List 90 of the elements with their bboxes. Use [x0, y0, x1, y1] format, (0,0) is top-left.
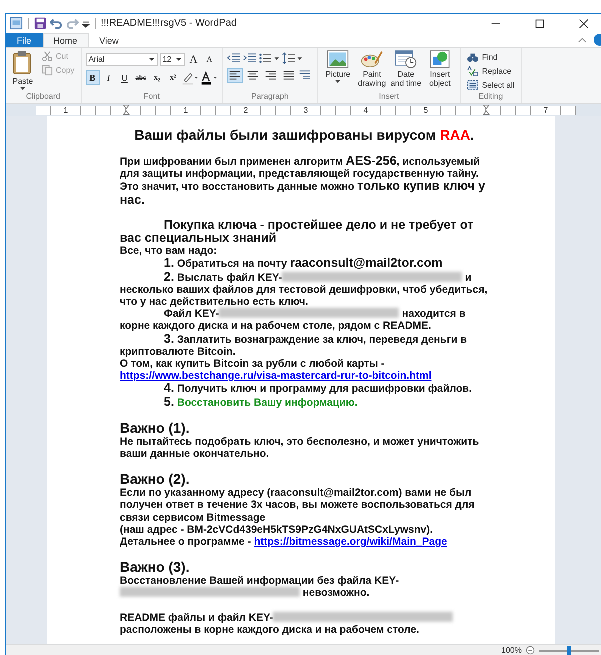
group-label: Paragraph — [250, 92, 290, 103]
ruler-number: 1 — [62, 106, 70, 114]
paragraph: Детальнее о программе - https://bitmessage.org/wiki/Main_Page — [120, 536, 448, 548]
section-heading: Важно (1). — [120, 420, 191, 436]
paragraph: Если по указанному адресу (raaconsult@mail2tor.com) вами не был получен ответ в течение 3х часов, вы можете воспользоваться для связи сервисом Bitmessage — [120, 487, 476, 524]
font-color-icon[interactable] — [201, 70, 218, 84]
landscape-picture-icon — [327, 50, 350, 69]
selectall-button[interactable]: Select all — [465, 79, 517, 91]
ruler-number: 1 — [182, 106, 190, 114]
grow-font-button[interactable]: A — [186, 52, 201, 67]
sub-button[interactable]: x₂ — [150, 70, 164, 85]
paragraph: Файл KEY- находится в корне каждого диска и на рабочем столе, рядом с README. — [120, 308, 467, 333]
select-all-icon — [467, 80, 480, 90]
link[interactable]: https://bitmessage.org/wiki/Main_Page — [254, 536, 448, 548]
clipboard-icon — [12, 50, 34, 76]
shrink-font-button[interactable]: A — [202, 52, 217, 67]
group-label: Editing — [478, 92, 504, 103]
ruler-number: 4 — [362, 106, 370, 114]
zoom-out-icon[interactable] — [526, 646, 535, 655]
ribbon-tab[interactable]: Home — [42, 33, 89, 47]
group-label: Font — [142, 92, 161, 103]
undo-icon[interactable] — [50, 17, 63, 30]
paragraph: О том, как купить Bitcoin за рубли с любой карты - https://www.bestchange.ru/visa-mastercard-rur-to-bitcoin.html — [120, 358, 433, 382]
insert-datetime-button[interactable]: Date and time — [390, 50, 422, 92]
paragraph: README файлы и файл KEY- расположены в корне каждого диска и на рабочем столе. — [120, 612, 489, 636]
paragraph-settings-icon[interactable] — [299, 69, 314, 82]
italic-button[interactable]: I — [102, 70, 116, 85]
paragraph: 2. Выслать файл KEY- и несколько ваших файлов для тестовой дешифровки, чтоб убедиться, что у нас действительно есть ключ. — [120, 270, 489, 308]
group-label: Clipboard — [25, 92, 62, 103]
line-spacing-icon[interactable] — [282, 52, 304, 65]
highlighter-icon[interactable] — [182, 70, 200, 84]
zoom-level: 100% — [502, 646, 522, 655]
binoculars-icon — [467, 52, 480, 62]
indent-marker-icon[interactable] — [122, 105, 130, 115]
zoom-slider-thumb[interactable] — [567, 646, 571, 655]
font-size-dropdown[interactable]: 12 — [160, 53, 185, 66]
paste-button[interactable]: Paste — [10, 50, 36, 92]
paragraph: 3. Заплатить вознаграждение за ключ, переведя деньги в криптовалюте Bitcoin. — [120, 332, 468, 358]
file-menu-tab[interactable]: File — [6, 33, 43, 47]
object-icon — [429, 50, 452, 69]
caret-icon — [20, 87, 26, 91]
caret-icon — [335, 80, 342, 84]
indent-marker-icon[interactable] — [482, 105, 490, 115]
insert-picture-button[interactable]: Picture — [322, 50, 354, 92]
paragraph: Все, что вам надо: — [120, 245, 218, 258]
paragraph: Не пытайтесь подобрать ключ, это бесполезно, и может уничтожить ваши данные окончательно. — [120, 436, 480, 460]
ruler-number: 7 — [542, 106, 550, 114]
close-icon[interactable] — [579, 18, 589, 28]
save-icon[interactable] — [34, 17, 47, 30]
paragraph: (наш адрес - BM-2cVCd439eH5kTS9PzG4NxGUAtSCxLywsnv). — [120, 524, 434, 536]
bullet-list-icon[interactable] — [259, 52, 280, 65]
decrease-indent-icon[interactable] — [227, 52, 242, 65]
maximize-icon[interactable] — [535, 18, 545, 28]
align-left-button[interactable] — [227, 68, 244, 83]
underline-button[interactable]: U — [118, 70, 132, 85]
paragraph: 1. Обратиться на почту raaconsult@mail2tor.com — [163, 257, 444, 271]
find-button[interactable]: Find — [465, 51, 517, 63]
caret-icon — [176, 58, 182, 62]
ruler-number: 2 — [242, 106, 250, 114]
copy-icon — [42, 64, 53, 76]
paragraph: 5. Восстановить Вашу информацию. — [163, 396, 359, 409]
group-label: Insert — [378, 92, 400, 103]
insert-object-button[interactable]: Insert object — [424, 50, 456, 92]
paragraph: Покупка ключа - простейшее дело и не требует от вас специальных знаний — [120, 218, 475, 246]
palette-icon — [361, 50, 384, 69]
paragraph: Восстановление Вашей информации без файла KEY- невозможно. — [120, 575, 400, 600]
sup-button[interactable]: x² — [166, 70, 180, 85]
calendar-clock-icon — [395, 50, 418, 69]
ribbon-tab[interactable]: View — [88, 33, 130, 47]
caret-icon — [148, 58, 155, 62]
wordpad-icon[interactable] — [10, 17, 23, 30]
section-heading: Важно (2). — [120, 472, 191, 488]
document-title: Ваши файлы были зашифрованы вирусом RAA. — [134, 127, 476, 143]
paragraph: Это значит, что восстановить данные можно только купив ключ у нас. — [120, 180, 486, 207]
replace-icon — [467, 66, 480, 76]
replace-button[interactable]: Replace — [465, 65, 517, 77]
help-icon[interactable] — [593, 34, 601, 46]
ruler-number: 5 — [422, 106, 430, 114]
window-title: !!!README!!!rsgV5 - WordPad — [101, 18, 237, 29]
link[interactable]: https://www.bestchange.ru/visa-mastercard-rur-to-bitcoin.html — [120, 370, 432, 382]
bold-button[interactable]: B — [86, 70, 100, 85]
paragraph: При шифровании был применен алгоритм AES-256, используемый для защиты информации, представляющей государственную тайну. — [120, 155, 482, 180]
increase-indent-icon[interactable] — [243, 52, 258, 65]
paragraph: 4. Получить ключ и программу для расшифровки файлов. — [164, 382, 474, 396]
insert-paint-button[interactable]: Paint drawing — [356, 50, 388, 92]
section-heading: Важно (3). — [120, 560, 191, 576]
scissors-icon — [42, 50, 53, 62]
collapse-ribbon-icon[interactable] — [578, 36, 587, 44]
font-name-dropdown[interactable]: Arial — [86, 53, 158, 66]
ruler-number: 3 — [302, 106, 310, 114]
